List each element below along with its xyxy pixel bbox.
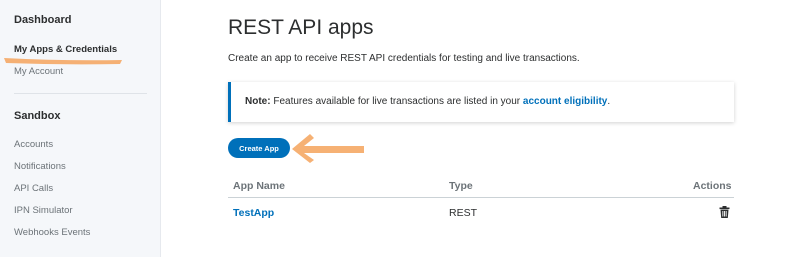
note-banner: Note: Features available for live transa… — [228, 82, 734, 122]
highlight-underline — [4, 58, 122, 65]
app-name-link[interactable]: TestApp — [233, 207, 274, 219]
sidebar-item-ipn-simulator[interactable]: IPN Simulator — [14, 205, 73, 216]
account-eligibility-link[interactable]: account eligibility — [523, 96, 607, 107]
create-app-button[interactable]: Create App — [228, 138, 290, 158]
column-header-actions: Actions — [693, 180, 732, 192]
trash-icon[interactable] — [719, 206, 730, 218]
sidebar-item-accounts[interactable]: Accounts — [14, 139, 53, 150]
note-body: Features available for live transactions… — [270, 96, 523, 107]
highlight-arrow — [292, 134, 364, 163]
sidebar-heading-dashboard: Dashboard — [14, 14, 72, 26]
table-divider — [228, 197, 734, 198]
sidebar-item-api-calls[interactable]: API Calls — [14, 183, 53, 194]
column-header-app-name: App Name — [233, 180, 285, 192]
sidebar-item-my-account[interactable]: My Account — [14, 66, 63, 77]
column-header-type: Type — [449, 180, 473, 192]
sidebar-item-notifications[interactable]: Notifications — [14, 161, 66, 172]
app-type: REST — [449, 207, 478, 219]
sidebar-item-webhooks-events[interactable]: Webhooks Events — [14, 227, 90, 238]
note-label: Note: — [245, 96, 271, 107]
sidebar: Dashboard My Apps & Credentials My Accou… — [0, 0, 161, 257]
note-suffix: . — [607, 96, 611, 107]
page-title: REST API apps — [228, 16, 374, 39]
note-text: Note: Features available for live transa… — [245, 96, 610, 107]
page-description: Create an app to receive REST API creden… — [228, 53, 580, 64]
sidebar-divider — [14, 93, 147, 94]
sidebar-heading-sandbox: Sandbox — [14, 110, 61, 122]
